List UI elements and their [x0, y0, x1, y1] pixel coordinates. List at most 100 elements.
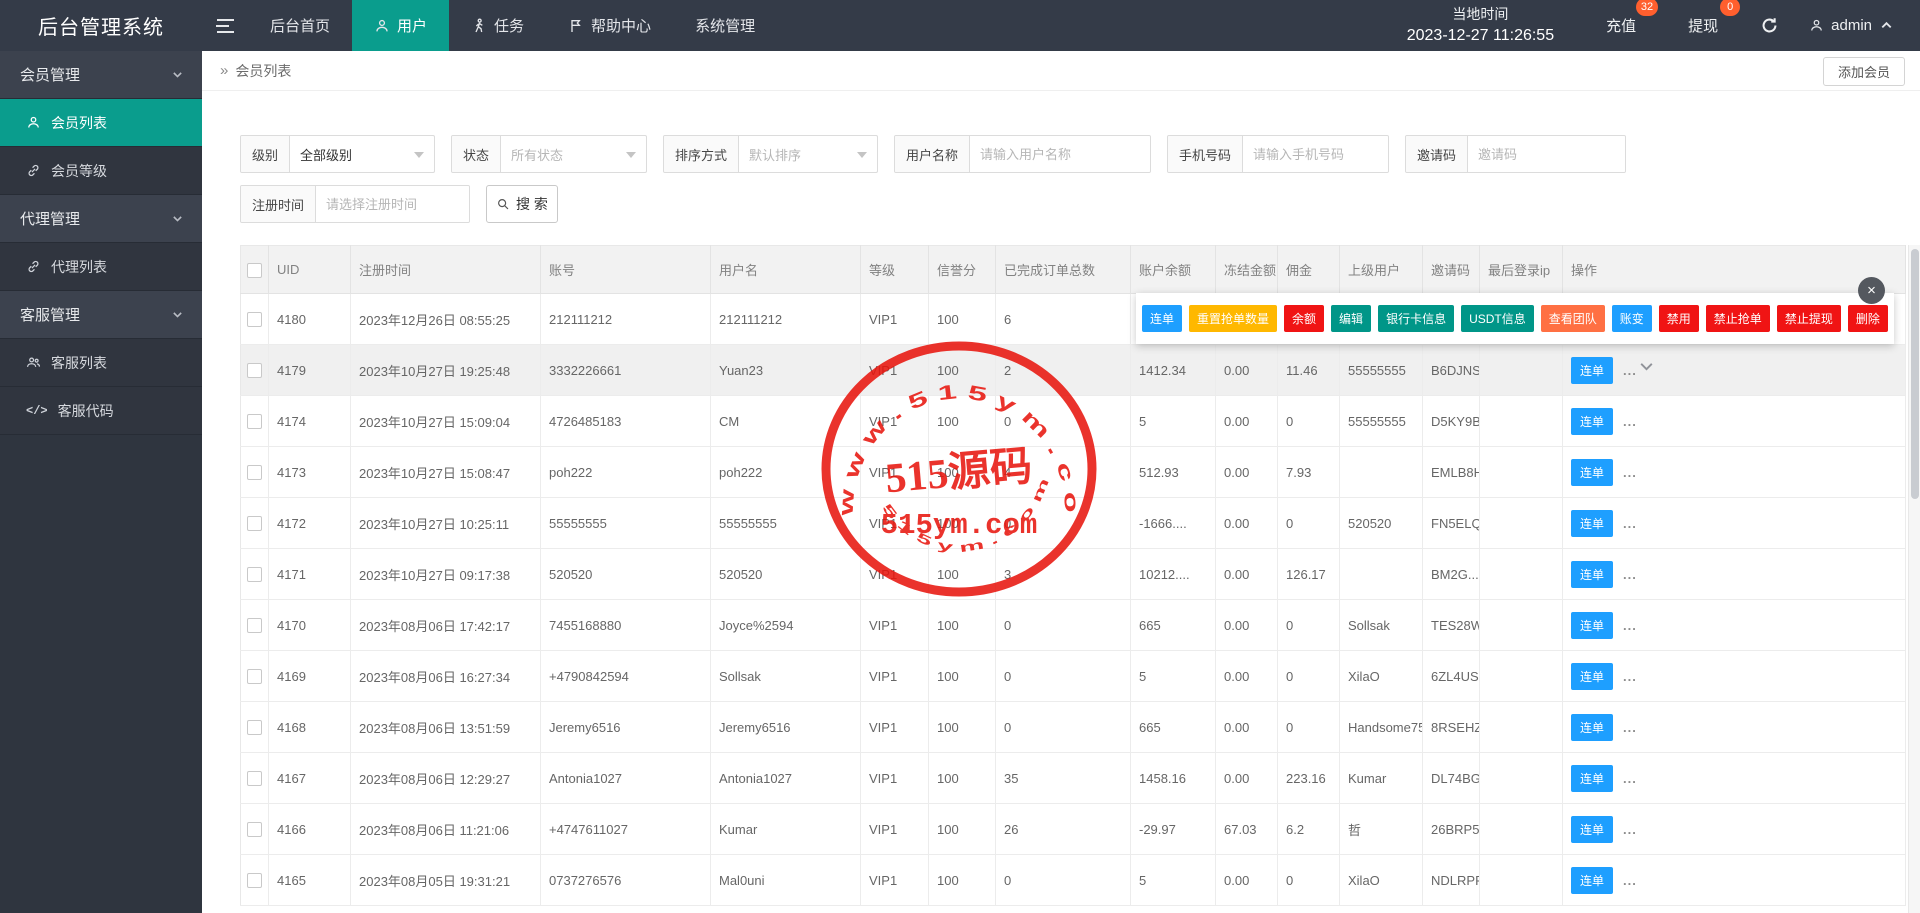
chain-order-button[interactable]: 连单: [1571, 662, 1614, 690]
chain-order-button[interactable]: 连单: [1571, 356, 1614, 384]
more-actions-button[interactable]: ...: [1623, 567, 1637, 582]
nav-dashboard[interactable]: 后台首页: [248, 0, 352, 51]
chain-order-button[interactable]: 连单: [1571, 407, 1614, 435]
row-checkbox[interactable]: [247, 822, 262, 838]
sidebar-group-agents[interactable]: 代理管理: [0, 195, 202, 243]
nav-users[interactable]: 用户: [352, 0, 450, 51]
cell-invite-code: DL74BG: [1422, 752, 1480, 804]
row-checkbox[interactable]: [247, 465, 262, 481]
nav-tasks[interactable]: 任务: [449, 0, 546, 51]
cell-level: VIP1: [860, 854, 929, 906]
chain-order-button[interactable]: 连单: [1571, 458, 1614, 486]
invite-code-filter-input[interactable]: [1468, 136, 1625, 172]
person-icon: [376, 19, 388, 31]
action-button[interactable]: 禁用: [1658, 305, 1699, 332]
invite-code-filter: 邀请码: [1405, 135, 1626, 173]
more-actions-button[interactable]: ...: [1623, 873, 1637, 888]
row-checkbox[interactable]: [247, 618, 262, 634]
row-checkbox[interactable]: [247, 312, 262, 328]
status-select[interactable]: 所有状态: [501, 136, 646, 172]
refresh-icon[interactable]: [1744, 16, 1795, 35]
action-button[interactable]: 余额: [1284, 305, 1325, 332]
menu-toggle-icon[interactable]: [202, 0, 248, 51]
more-actions-button[interactable]: ...: [1623, 618, 1637, 633]
row-checkbox[interactable]: [247, 363, 262, 379]
col-balance: 账户余额: [1130, 245, 1216, 294]
sidebar-item-support-list[interactable]: 客服列表: [0, 339, 202, 387]
level-select[interactable]: 全部级别: [290, 136, 434, 172]
row-checkbox[interactable]: [247, 771, 262, 787]
level-filter: 级别 全部级别: [240, 135, 435, 173]
action-button[interactable]: 编辑: [1331, 305, 1372, 332]
chain-order-button[interactable]: 连单: [1571, 611, 1614, 639]
row-checkbox[interactable]: [247, 720, 262, 736]
cell-parent: Kumar: [1339, 752, 1423, 804]
recharge-link[interactable]: 充值 32: [1592, 0, 1659, 36]
sidebar-item-member-levels[interactable]: 会员等级: [0, 147, 202, 195]
select-all-checkbox[interactable]: [247, 262, 262, 278]
action-button[interactable]: 银行卡信息: [1378, 305, 1455, 332]
cell-invite-code: 8RSEHZ: [1422, 701, 1480, 753]
cell-last-ip: [1479, 854, 1563, 906]
action-button[interactable]: 账变: [1611, 305, 1652, 332]
breadcrumb: » 会员列表: [220, 61, 291, 81]
action-button[interactable]: 禁止抢单: [1705, 305, 1770, 332]
cell-credit: 100: [928, 752, 996, 804]
action-button[interactable]: 重置抢单数量: [1189, 305, 1278, 332]
more-actions-button[interactable]: ...: [1623, 414, 1637, 429]
cell-invite-code: 26BRP5: [1422, 803, 1480, 855]
chain-order-button[interactable]: 连单: [1571, 815, 1614, 843]
sidebar-item-member-list[interactable]: 会员列表: [0, 99, 202, 147]
vertical-scrollbar[interactable]: [1908, 245, 1920, 913]
table-row: 4165 2023年08月05日 19:31:21 0737276576 Mal0un…: [240, 854, 1906, 906]
withdraw-link[interactable]: 提现 0: [1674, 0, 1741, 36]
chain-order-button[interactable]: 连单: [1571, 560, 1614, 588]
nav-system[interactable]: 系统管理: [673, 0, 777, 51]
row-checkbox[interactable]: [247, 516, 262, 532]
sidebar-group-members[interactable]: 会员管理: [0, 51, 202, 99]
action-button[interactable]: 删除: [1847, 305, 1888, 332]
more-actions-button[interactable]: ...: [1623, 669, 1637, 684]
sort-select[interactable]: 默认排序: [739, 136, 877, 172]
action-button[interactable]: USDT信息: [1461, 305, 1534, 332]
user-menu[interactable]: admin: [1795, 17, 1920, 34]
cell-account: Antonia1027: [540, 752, 711, 804]
cell-operations: 连单...: [1562, 701, 1906, 753]
more-actions-button[interactable]: ...: [1623, 516, 1637, 531]
more-actions-button[interactable]: ...: [1623, 771, 1637, 786]
action-button[interactable]: 连单: [1142, 305, 1183, 332]
register-time-input[interactable]: [316, 186, 469, 222]
sidebar-group-support[interactable]: 客服管理: [0, 291, 202, 339]
cell-orders: 2: [995, 344, 1131, 396]
cell-uid: 4169: [268, 650, 351, 702]
action-button[interactable]: 禁止提现: [1776, 305, 1841, 332]
cell-balance: 665: [1130, 599, 1216, 651]
close-icon[interactable]: ×: [1858, 277, 1885, 304]
row-checkbox[interactable]: [247, 567, 262, 583]
sidebar-item-support-code[interactable]: </> 客服代码: [0, 387, 202, 435]
row-checkbox[interactable]: [247, 414, 262, 430]
cell-reg-time: 2023年10月27日 15:09:04: [350, 395, 541, 447]
nav-help[interactable]: 帮助中心: [546, 0, 673, 51]
more-actions-button[interactable]: ...: [1623, 363, 1637, 378]
phone-filter-input[interactable]: [1243, 136, 1388, 172]
more-actions-button[interactable]: ...: [1623, 720, 1637, 735]
chain-order-button[interactable]: 连单: [1571, 713, 1614, 741]
row-checkbox[interactable]: [247, 669, 262, 685]
cell-uid: 4174: [268, 395, 351, 447]
add-member-button[interactable]: 添加会员: [1822, 57, 1905, 86]
action-button[interactable]: 查看团队: [1540, 305, 1605, 332]
chain-order-button[interactable]: 连单: [1571, 509, 1614, 537]
chain-order-button[interactable]: 连单: [1571, 764, 1614, 792]
topbar: 后台管理系统 后台首页 用户 任务 帮助中心 系统管理 当地时间 2023-12…: [0, 0, 1920, 51]
collapse-chevron-icon[interactable]: [1638, 358, 1655, 380]
more-actions-button[interactable]: ...: [1623, 465, 1637, 480]
row-checkbox[interactable]: [247, 873, 262, 889]
search-button[interactable]: 搜 索: [486, 185, 558, 223]
table-row: 4170 2023年08月06日 17:42:17 7455168880 Joyce%…: [240, 599, 1906, 651]
more-actions-button[interactable]: ...: [1623, 822, 1637, 837]
sidebar-item-agent-list[interactable]: 代理列表: [0, 243, 202, 291]
chain-order-button[interactable]: 连单: [1571, 866, 1614, 894]
username-filter-input[interactable]: [970, 136, 1150, 172]
scrollbar-thumb[interactable]: [1911, 249, 1919, 499]
